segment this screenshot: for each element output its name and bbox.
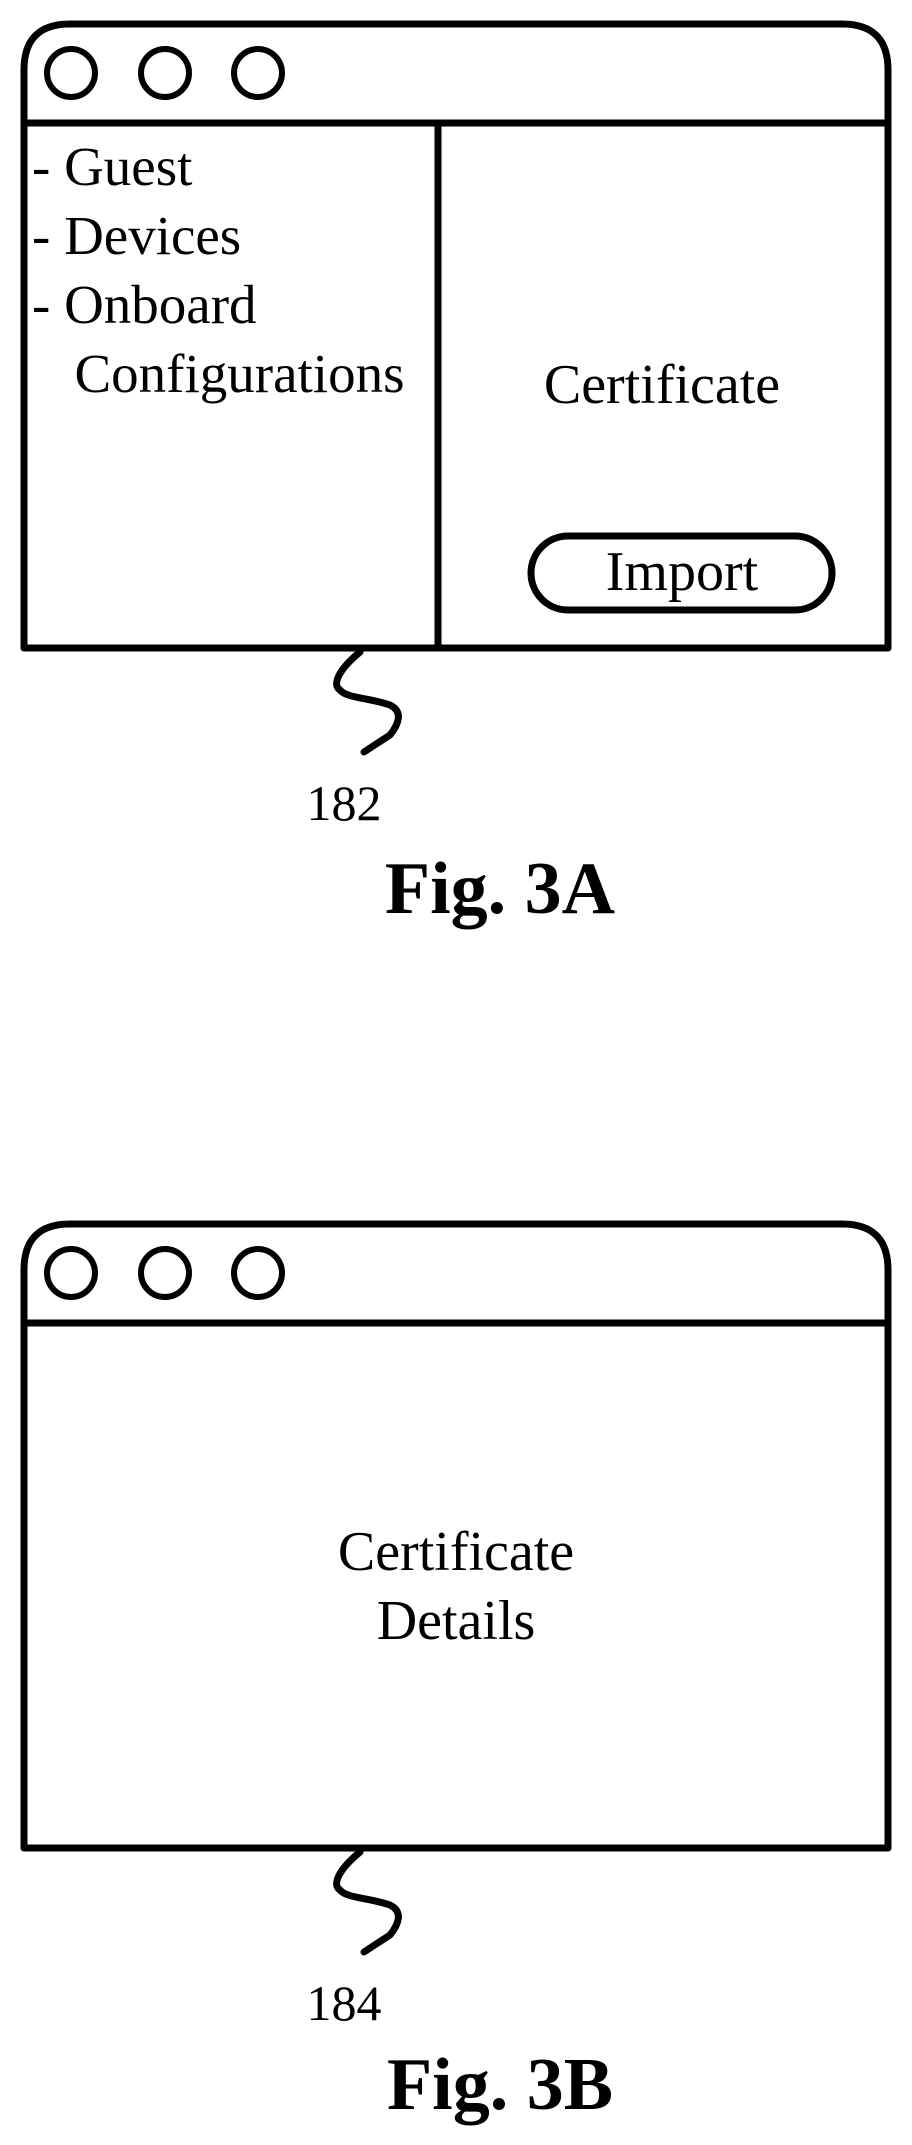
certificate-details-line-2: Details [377, 1590, 536, 1652]
window-close-button[interactable] [44, 1246, 98, 1300]
reference-number-182: 182 [307, 775, 382, 831]
sidebar-menu: - Guest - Devices - Onboard Configuratio… [32, 136, 404, 404]
import-button[interactable]: Import [527, 532, 836, 614]
window-minimize-button[interactable] [138, 1246, 192, 1300]
window-3b: Certificate Details [20, 1220, 892, 1852]
window-minimize-button[interactable] [138, 46, 192, 100]
reference-leader-line [333, 1848, 402, 1956]
sidebar-item-configurations[interactable]: Configurations [47, 343, 404, 404]
patent-drawing-sheet: - Guest - Devices - Onboard Configuratio… [20, 20, 892, 2126]
import-button-label[interactable]: Import [606, 541, 759, 603]
reference-number-184: 184 [307, 1975, 382, 2031]
figure-3a: - Guest - Devices - Onboard Configuratio… [20, 20, 892, 930]
window-close-button[interactable] [44, 46, 98, 100]
certificate-details-line-1: Certificate [338, 1521, 574, 1583]
figure-caption-3b: Fig. 3B [387, 2044, 613, 2126]
sidebar-item-devices[interactable]: - Devices [32, 205, 241, 266]
window-frame [20, 20, 892, 652]
window-maximize-button[interactable] [231, 46, 285, 100]
reference-leader-line [333, 648, 402, 756]
certificate-heading: Certificate [544, 354, 780, 416]
window-3a: - Guest - Devices - Onboard Configuratio… [20, 20, 892, 652]
window-maximize-button[interactable] [231, 1246, 285, 1300]
figure-caption-3a: Fig. 3A [385, 848, 615, 930]
sidebar-item-onboard[interactable]: - Onboard [32, 274, 257, 335]
sidebar-item-guest[interactable]: - Guest [32, 136, 192, 197]
figure-3b: Certificate Details 184 Fig. 3B [20, 1220, 892, 2126]
